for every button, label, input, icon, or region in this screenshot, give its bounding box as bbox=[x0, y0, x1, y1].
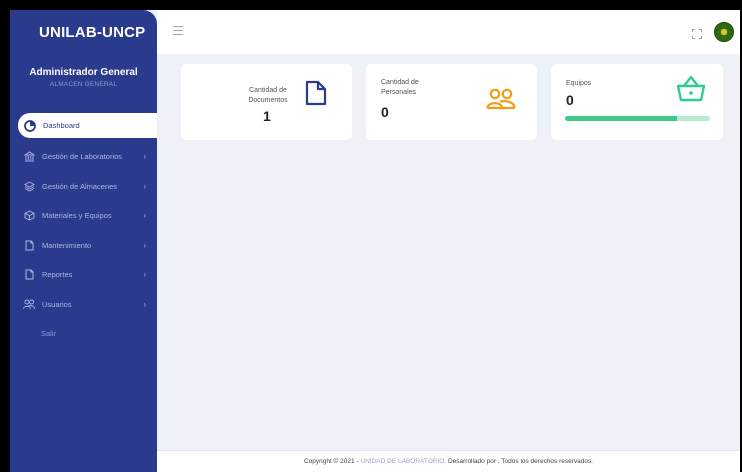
menu-toggle-icon[interactable] bbox=[173, 26, 183, 35]
footer-copyright: Copyright © 2021 - bbox=[303, 458, 359, 465]
sidebar-item-label: Materiales y Equipos bbox=[42, 211, 112, 221]
user-profile: Administrador General ALMACEN GENERAL bbox=[10, 54, 157, 88]
basket-icon bbox=[675, 74, 707, 107]
progress-fill bbox=[565, 116, 677, 121]
chevron-right-icon: › bbox=[143, 299, 146, 309]
equipos-progress-bar bbox=[565, 116, 710, 121]
card-label-line: Cantidad de bbox=[381, 79, 419, 86]
top-bar bbox=[157, 10, 740, 54]
sidebar-item-label: Mantenimiento bbox=[42, 240, 92, 250]
chevron-right-icon: › bbox=[143, 211, 146, 221]
card-label: Cantidad de Documentos bbox=[245, 86, 291, 106]
sidebar-item-laboratorios[interactable]: Gestión de Laboratorios › bbox=[10, 142, 157, 172]
user-role: Administrador General bbox=[29, 67, 138, 78]
pie-chart-icon bbox=[24, 119, 36, 132]
card-value: 0 bbox=[381, 104, 389, 120]
layers-icon bbox=[23, 180, 35, 192]
chevron-right-icon: › bbox=[143, 240, 146, 250]
card-label-line: Personales bbox=[381, 89, 417, 96]
sidebar-item-dashboard[interactable]: Dashboard bbox=[18, 113, 157, 138]
brand-logo[interactable]: UNILAB-UNCP bbox=[10, 10, 157, 54]
sidebar-item-materiales[interactable]: Materiales y Equipos › bbox=[10, 201, 157, 231]
users-icon bbox=[23, 298, 35, 310]
sidebar-item-usuarios[interactable]: Usuarios › bbox=[10, 290, 157, 320]
sidebar-item-label: Reportes bbox=[42, 270, 73, 280]
card-personales: Cantidad de Personales 0 bbox=[366, 64, 537, 140]
sidebar-item-almacenes[interactable]: Gestión de Almacenes › bbox=[10, 172, 157, 202]
card-equipos: Equipos 0 bbox=[551, 64, 723, 140]
sidebar-item-label: Gestión de Laboratorios bbox=[42, 152, 123, 162]
file-icon bbox=[23, 269, 35, 281]
card-label-line: Cantidad de bbox=[249, 87, 287, 94]
sidebar-item-salir[interactable]: Salir bbox=[10, 319, 157, 349]
fullscreen-icon[interactable] bbox=[692, 26, 702, 39]
avatar[interactable] bbox=[714, 22, 734, 42]
card-documentos: Cantidad de Documentos 1 bbox=[181, 64, 352, 140]
sidebar-item-label: Usuarios bbox=[42, 299, 72, 309]
box-icon bbox=[23, 210, 35, 222]
sidebar-item-mantenimiento[interactable]: Mantenimiento › bbox=[10, 231, 157, 261]
chevron-right-icon: › bbox=[143, 152, 146, 162]
sidebar-item-label: Gestión de Almacenes bbox=[42, 181, 118, 191]
user-subtitle: ALMACEN GENERAL bbox=[49, 81, 118, 88]
chevron-right-icon: › bbox=[143, 270, 146, 280]
sidebar: UNILAB-UNCP Administrador General ALMACE… bbox=[10, 10, 157, 472]
app-screen: UNILAB-UNCP Administrador General ALMACE… bbox=[10, 10, 740, 472]
sidebar-item-label: Dashboard bbox=[43, 121, 80, 130]
card-label: Equipos bbox=[566, 80, 592, 87]
sidebar-nav: Dashboard Gestión de Laboratorios › Gest… bbox=[10, 113, 157, 349]
footer-rights: Desarrollado por . Todos los derechos re… bbox=[447, 458, 594, 465]
bank-icon bbox=[23, 151, 35, 163]
sidebar-item-reportes[interactable]: Reportes › bbox=[10, 260, 157, 290]
footer: Copyright © 2021 - UNIDAD DE LABORATORIO… bbox=[157, 450, 740, 472]
document-icon bbox=[305, 80, 327, 111]
chevron-right-icon: › bbox=[143, 181, 146, 191]
file-icon bbox=[23, 239, 35, 251]
card-value: 1 bbox=[263, 108, 271, 124]
people-icon bbox=[486, 88, 516, 115]
card-label-line: Documentos bbox=[248, 97, 288, 104]
footer-org-link[interactable]: UNIDAD DE LABORATORIO. bbox=[360, 458, 446, 465]
card-value: 0 bbox=[566, 92, 574, 108]
card-label: Cantidad de Personales bbox=[381, 78, 419, 98]
sidebar-item-label: Salir bbox=[41, 329, 57, 339]
